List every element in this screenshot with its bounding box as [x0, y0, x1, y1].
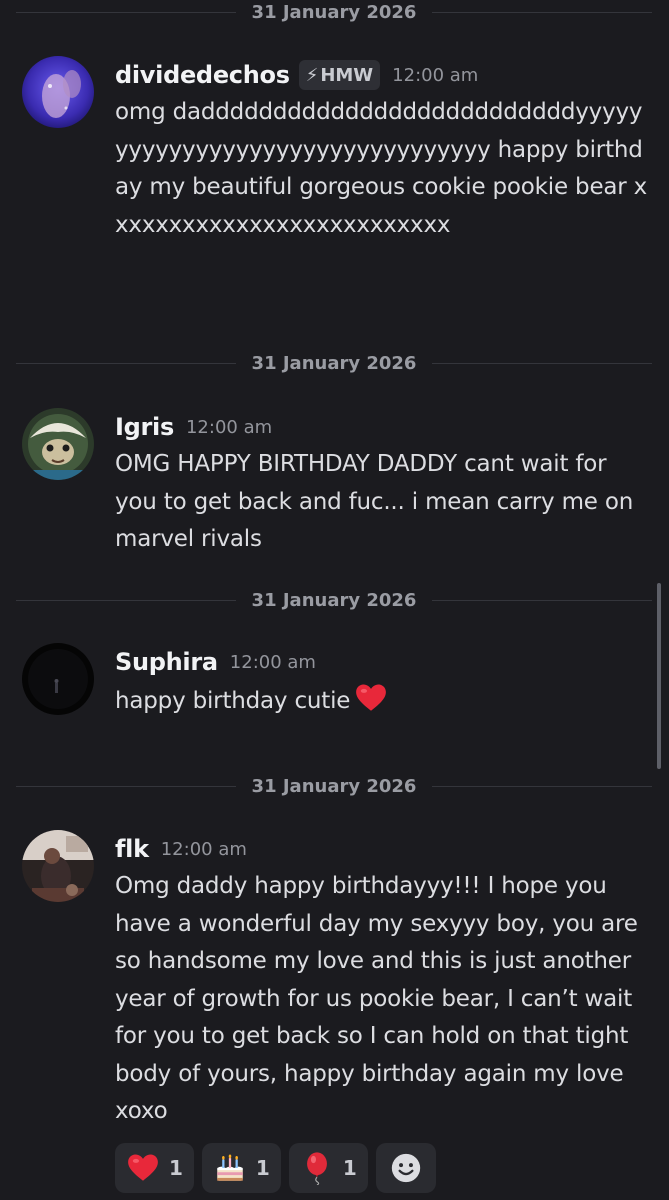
- add-reaction-smiley-icon: [391, 1153, 420, 1183]
- balloon-icon: [306, 1152, 327, 1185]
- avatar[interactable]: [22, 56, 94, 128]
- avatar-image: [22, 408, 94, 480]
- reaction-heart[interactable]: 1: [115, 1143, 194, 1193]
- date-divider: 31 January 2026: [16, 0, 653, 24]
- lightning-icon: ⚡︎: [305, 64, 319, 86]
- reaction-count: 1: [342, 1156, 357, 1180]
- message-header: flk 12:00 am: [115, 830, 655, 868]
- scrollbar-thumb[interactable]: [657, 583, 661, 769]
- divider-line: [432, 599, 653, 601]
- date-divider: 31 January 2026: [16, 588, 653, 612]
- message-header: Igris 12:00 am: [115, 408, 655, 446]
- chat-message-list[interactable]: 31 January 2026 dividedechos ⚡︎ HMW 12:0…: [0, 0, 669, 1200]
- divider-date: 31 January 2026: [251, 1, 417, 23]
- divider-line: [432, 11, 653, 13]
- message-header: dividedechos ⚡︎ HMW 12:00 am: [115, 56, 655, 94]
- reaction-cake[interactable]: 1: [201, 1143, 281, 1193]
- divider-line: [432, 362, 653, 364]
- reaction-count: 1: [169, 1156, 183, 1180]
- date-divider: 31 January 2026: [16, 774, 653, 798]
- message-text: Omg daddy happy birthdayyy!!! I hope you…: [115, 873, 645, 1124]
- message-text: omg daddddddddddddddddddddddddddyyyyyyyy…: [115, 99, 648, 238]
- message-body: Igris 12:00 am OMG HAPPY BIRTHDAY DADDY …: [115, 408, 655, 559]
- add-reaction-button[interactable]: [375, 1143, 436, 1193]
- avatar[interactable]: [22, 408, 94, 480]
- message-header: Suphira 12:00 am: [115, 643, 655, 681]
- timestamp[interactable]: 12:00 am: [392, 65, 478, 86]
- divider-date: 31 January 2026: [251, 352, 417, 374]
- username[interactable]: dividedechos: [115, 61, 290, 89]
- username[interactable]: Igris: [115, 413, 174, 441]
- username[interactable]: Suphira: [115, 648, 218, 676]
- divider-line: [16, 599, 236, 601]
- birthday-cake-icon: [217, 1154, 243, 1181]
- username[interactable]: flk: [115, 835, 149, 863]
- divider-date: 31 January 2026: [251, 589, 417, 611]
- reaction-balloon[interactable]: 1: [288, 1143, 368, 1193]
- timestamp[interactable]: 12:00 am: [186, 417, 272, 438]
- red-heart-icon: [128, 1154, 158, 1181]
- divider-line: [16, 11, 236, 13]
- divider-line: [432, 785, 653, 787]
- divider-date: 31 January 2026: [251, 775, 417, 797]
- server-tag-label: HMW: [320, 64, 374, 86]
- divider-line: [16, 785, 236, 787]
- message-text-container: happy birthday cutie: [115, 681, 655, 721]
- avatar[interactable]: [22, 643, 94, 715]
- timestamp[interactable]: 12:00 am: [161, 839, 247, 860]
- message-body: dividedechos ⚡︎ HMW 12:00 am omg daddddd…: [115, 56, 655, 244]
- message-body: flk 12:00 am Omg daddy happy birthdayyy!…: [115, 830, 655, 1131]
- avatar-image: [22, 56, 94, 128]
- avatar[interactable]: [22, 830, 94, 902]
- message-text: happy birthday cutie: [115, 688, 351, 714]
- message-body: Suphira 12:00 am happy birthday cutie: [115, 643, 655, 721]
- reaction-count: 1: [255, 1156, 270, 1180]
- date-divider: 31 January 2026: [16, 351, 653, 375]
- timestamp[interactable]: 12:00 am: [230, 652, 316, 673]
- divider-line: [16, 362, 236, 364]
- avatar-image: [22, 830, 94, 902]
- red-heart-icon: [356, 684, 387, 711]
- message-text: OMG HAPPY BIRTHDAY DADDY cant wait for y…: [115, 451, 641, 552]
- reaction-bar: 1 1 1: [115, 1143, 436, 1193]
- avatar-image: [22, 643, 94, 715]
- server-tag[interactable]: ⚡︎ HMW: [298, 60, 381, 90]
